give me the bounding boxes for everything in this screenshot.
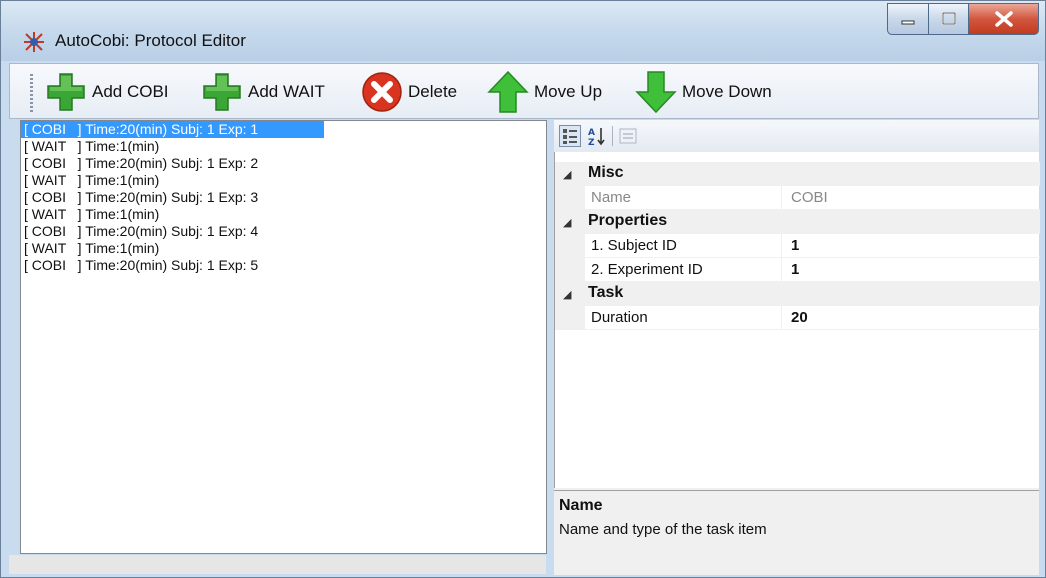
collapse-arrow-icon[interactable]: ◢: [563, 168, 571, 181]
property-name: 2. Experiment ID: [591, 261, 703, 278]
category-properties[interactable]: ◢ Properties: [555, 210, 1040, 234]
window-title: AutoCobi: Protocol Editor: [55, 31, 246, 50]
property-value[interactable]: 20: [791, 309, 808, 326]
add-cobi-label: Add COBI: [92, 82, 169, 101]
collapse-arrow-icon[interactable]: ◢: [563, 216, 571, 229]
property-pages-icon[interactable]: [618, 126, 638, 146]
property-value[interactable]: 1: [791, 261, 799, 278]
list-item[interactable]: [ COBI ] Time:20(min) Subj: 1 Exp: 1: [21, 121, 324, 138]
collapse-arrow-icon[interactable]: ◢: [563, 288, 571, 301]
toolbar-separator: [612, 126, 613, 146]
categorized-view-icon[interactable]: [559, 125, 581, 147]
property-name: Duration: [591, 309, 648, 326]
app-icon: [24, 32, 44, 52]
list-item[interactable]: [ WAIT ] Time:1(min): [21, 206, 546, 223]
list-item[interactable]: [ WAIT ] Time:1(min): [21, 138, 546, 155]
add-wait-label: Add WAIT: [248, 82, 325, 101]
move-up-label: Move Up: [534, 82, 603, 101]
list-item[interactable]: [ COBI ] Time:20(min) Subj: 1 Exp: 4: [21, 223, 546, 240]
arrow-down-icon: [635, 71, 677, 114]
x-circle-icon: [362, 72, 402, 112]
plus-icon: [47, 73, 85, 111]
property-value: COBI: [791, 189, 828, 206]
svg-text:Z: Z: [588, 138, 595, 147]
task-list[interactable]: [ COBI ] Time:20(min) Subj: 1 Exp: 1 [ W…: [20, 120, 547, 554]
sort-alphabetical-icon[interactable]: A Z: [586, 125, 608, 147]
property-row-name[interactable]: Name COBI: [555, 186, 1040, 210]
toolbar: Add COBI Add WAIT Delete Move Up Move Do…: [9, 63, 1039, 119]
plus-icon: [203, 73, 241, 111]
close-icon: [994, 11, 1013, 27]
add-wait-button[interactable]: Add WAIT: [200, 70, 325, 114]
maximize-icon: [941, 12, 956, 25]
list-item[interactable]: [ WAIT ] Time:1(min): [21, 172, 546, 189]
toolbar-grip[interactable]: [30, 74, 33, 112]
list-item[interactable]: [ WAIT ] Time:1(min): [21, 240, 546, 257]
move-down-label: Move Down: [682, 82, 772, 101]
minimize-icon: [901, 20, 915, 25]
delete-label: Delete: [408, 82, 458, 101]
category-task[interactable]: ◢ Task: [555, 282, 1040, 306]
protocol-editor-window: AutoCobi: Protocol Editor Add COBI Add W…: [0, 0, 1046, 578]
property-name: Name: [591, 189, 632, 206]
move-up-button[interactable]: Move Up: [486, 70, 602, 114]
category-misc[interactable]: ◢ Misc: [555, 162, 1040, 186]
title-bar[interactable]: AutoCobi: Protocol Editor: [1, 1, 1045, 61]
list-item[interactable]: [ COBI ] Time:20(min) Subj: 1 Exp: 5: [21, 257, 546, 274]
svg-text:A: A: [588, 128, 595, 138]
add-cobi-button[interactable]: Add COBI: [44, 70, 169, 114]
property-grid-toolbar: A Z: [554, 120, 1039, 152]
help-description: Name and type of the task item: [559, 521, 767, 538]
property-value[interactable]: 1: [791, 237, 799, 254]
property-grid[interactable]: ◢ Misc Name COBI ◢ Properties 1. Subject…: [554, 152, 1040, 488]
help-title: Name: [559, 497, 603, 514]
delete-button[interactable]: Delete: [360, 70, 457, 114]
arrow-up-icon: [487, 70, 529, 113]
minimize-button[interactable]: [887, 3, 929, 35]
caption-buttons: [887, 3, 1039, 37]
status-bar: [9, 555, 546, 574]
maximize-button[interactable]: [929, 3, 969, 35]
property-grid-panel: A Z ◢ Misc Name COBI ◢ Properties 1. Sub…: [554, 120, 1040, 575]
property-row-experiment-id[interactable]: 2. Experiment ID 1: [555, 258, 1040, 282]
list-item[interactable]: [ COBI ] Time:20(min) Subj: 1 Exp: 3: [21, 189, 546, 206]
property-help-panel: Name Name and type of the task item: [554, 490, 1039, 575]
close-button[interactable]: [969, 3, 1039, 35]
property-name: 1. Subject ID: [591, 237, 677, 254]
list-item[interactable]: [ COBI ] Time:20(min) Subj: 1 Exp: 2: [21, 155, 546, 172]
move-down-button[interactable]: Move Down: [634, 70, 772, 114]
property-row-subject-id[interactable]: 1. Subject ID 1: [555, 234, 1040, 258]
property-row-duration[interactable]: Duration 20: [555, 306, 1040, 330]
